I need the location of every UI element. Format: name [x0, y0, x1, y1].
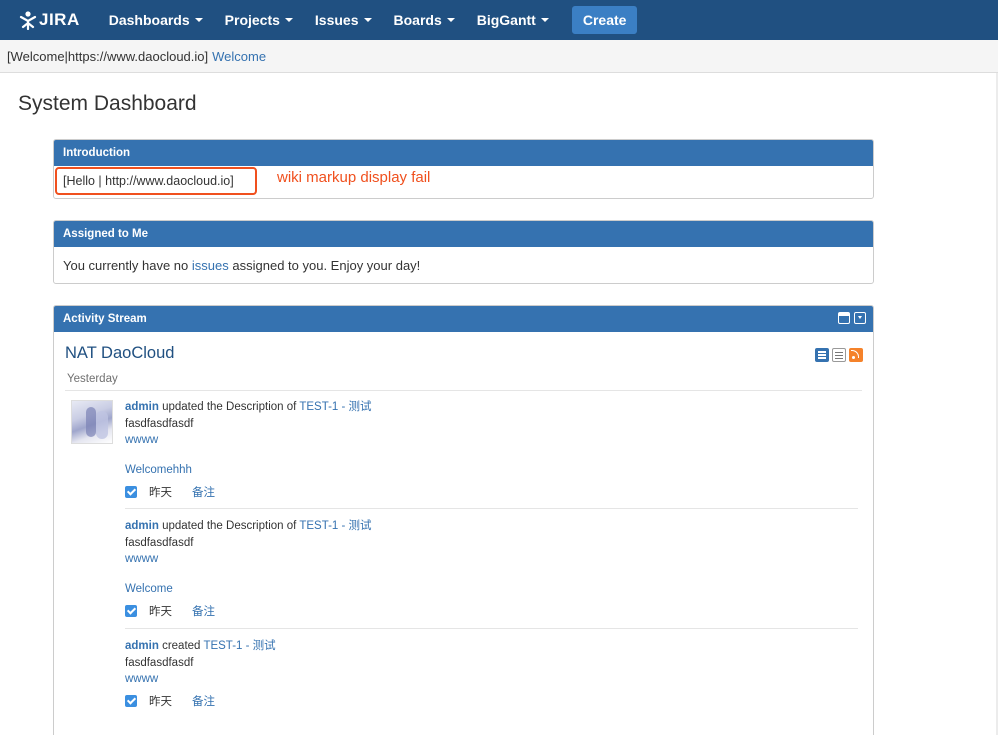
- nav-projects[interactable]: Projects: [214, 0, 304, 40]
- user-avatar[interactable]: [71, 400, 113, 444]
- introduction-gadget-header: Introduction: [54, 140, 873, 166]
- nav-issues[interactable]: Issues: [304, 0, 383, 40]
- comment-link[interactable]: 备注: [192, 693, 215, 709]
- activity-gadget-title: Activity Stream: [63, 313, 147, 325]
- activity-actions: 昨天 备注: [125, 603, 858, 619]
- nav-boards-label: Boards: [393, 12, 442, 28]
- nav-issues-label: Issues: [314, 12, 359, 28]
- activity-stream-gadget: Activity Stream NAT DaoCloud Yesterday a…: [53, 305, 874, 735]
- activity-description: fasdfasdfasdf: [125, 418, 194, 430]
- banner-text: [Welcome|https://www.daocloud.io]: [7, 48, 209, 64]
- announcement-banner: [Welcome|https://www.daocloud.io] Welcom…: [0, 40, 998, 73]
- activity-link-wwww[interactable]: wwww: [125, 553, 858, 567]
- user-link[interactable]: admin: [125, 401, 159, 413]
- user-link[interactable]: admin: [125, 520, 159, 532]
- top-navigation: JIRA Dashboards Projects Issues Boards B…: [0, 0, 998, 40]
- issues-link[interactable]: issues: [192, 258, 229, 273]
- comment-link[interactable]: 备注: [192, 603, 215, 619]
- assigned-to-me-gadget: Assigned to Me You currently have no iss…: [53, 220, 874, 284]
- activity-time: 昨天: [149, 487, 172, 499]
- introduction-gadget: Introduction [Hello | http://www.daoclou…: [53, 139, 874, 199]
- stream-view-icons: [815, 348, 863, 362]
- comment-link[interactable]: 备注: [192, 484, 215, 500]
- logo-text: JIRA: [39, 10, 80, 29]
- activity-description: fasdfasdfasdf: [125, 537, 194, 549]
- activity-link-welcome[interactable]: Welcomehhh: [125, 464, 858, 478]
- rss-feed-icon[interactable]: [849, 348, 863, 362]
- nav-projects-label: Projects: [224, 12, 280, 28]
- user-link[interactable]: admin: [125, 640, 159, 652]
- activity-action: updated the Description of: [162, 401, 297, 413]
- activity-entry: admin updated the Description of TEST-1 …: [125, 517, 858, 619]
- stream-title: NAT DaoCloud: [65, 344, 175, 362]
- assigned-gadget-body: You currently have no issues assigned to…: [54, 247, 873, 273]
- activity-action: updated the Description of: [162, 520, 297, 532]
- issue-link[interactable]: TEST-1 - 测试: [203, 640, 275, 652]
- introduction-content: [Hello | http://www.daocloud.io]: [55, 167, 257, 195]
- caret-down-icon: [540, 18, 549, 22]
- activity-time: 昨天: [149, 696, 172, 708]
- activity-link-wwww[interactable]: wwww: [125, 434, 858, 448]
- activity-gadget-header: Activity Stream: [54, 306, 873, 332]
- annotation-text: wiki markup display fail: [277, 169, 431, 186]
- activity-description: fasdfasdfasdf: [125, 657, 194, 669]
- gadget-header-icons: [838, 312, 866, 324]
- caret-down-icon: [284, 18, 293, 22]
- activity-link-wwww[interactable]: wwww: [125, 673, 858, 687]
- issue-link[interactable]: TEST-1 - 测试: [299, 401, 371, 413]
- nav-biggantt-label: BigGantt: [476, 12, 536, 28]
- entry-divider: [125, 628, 858, 629]
- list-view-icon[interactable]: [832, 348, 846, 362]
- activity-link-welcome[interactable]: Welcome: [125, 583, 858, 597]
- nav-dashboards[interactable]: Dashboards: [98, 0, 214, 40]
- create-button[interactable]: Create: [571, 6, 638, 34]
- activity-action: created: [162, 640, 201, 652]
- checkbox-icon[interactable]: [125, 695, 137, 707]
- assigned-text-after: assigned to you. Enjoy your day!: [232, 258, 421, 273]
- caret-down-icon: [363, 18, 372, 22]
- banner-welcome-link[interactable]: Welcome: [212, 49, 266, 64]
- page-title: System Dashboard: [18, 92, 197, 115]
- activity-actions: 昨天 备注: [125, 484, 858, 500]
- activity-entry: admin created TEST-1 - 测试 fasdfasdfasdf …: [125, 637, 858, 709]
- day-label: Yesterday: [65, 371, 862, 391]
- assigned-gadget-header: Assigned to Me: [54, 221, 873, 247]
- entry-divider: [125, 508, 858, 509]
- checkbox-icon[interactable]: [125, 605, 137, 617]
- gadget-menu-icon[interactable]: [854, 312, 866, 324]
- activity-actions: 昨天 备注: [125, 693, 858, 709]
- nav-boards[interactable]: Boards: [383, 0, 466, 40]
- nav-biggantt[interactable]: BigGantt: [466, 0, 560, 40]
- jira-logo[interactable]: JIRA: [18, 10, 80, 30]
- issue-link[interactable]: TEST-1 - 测试: [299, 520, 371, 532]
- full-view-icon[interactable]: [815, 348, 829, 362]
- assigned-text-before: You currently have no: [63, 258, 189, 273]
- jira-logo-icon: [19, 11, 37, 30]
- activity-entry: admin updated the Description of TEST-1 …: [125, 398, 858, 500]
- nav-dashboards-label: Dashboards: [108, 12, 190, 28]
- activity-time: 昨天: [149, 606, 172, 618]
- maximize-icon[interactable]: [838, 312, 850, 324]
- caret-down-icon: [194, 18, 203, 22]
- checkbox-icon[interactable]: [125, 486, 137, 498]
- caret-down-icon: [446, 18, 455, 22]
